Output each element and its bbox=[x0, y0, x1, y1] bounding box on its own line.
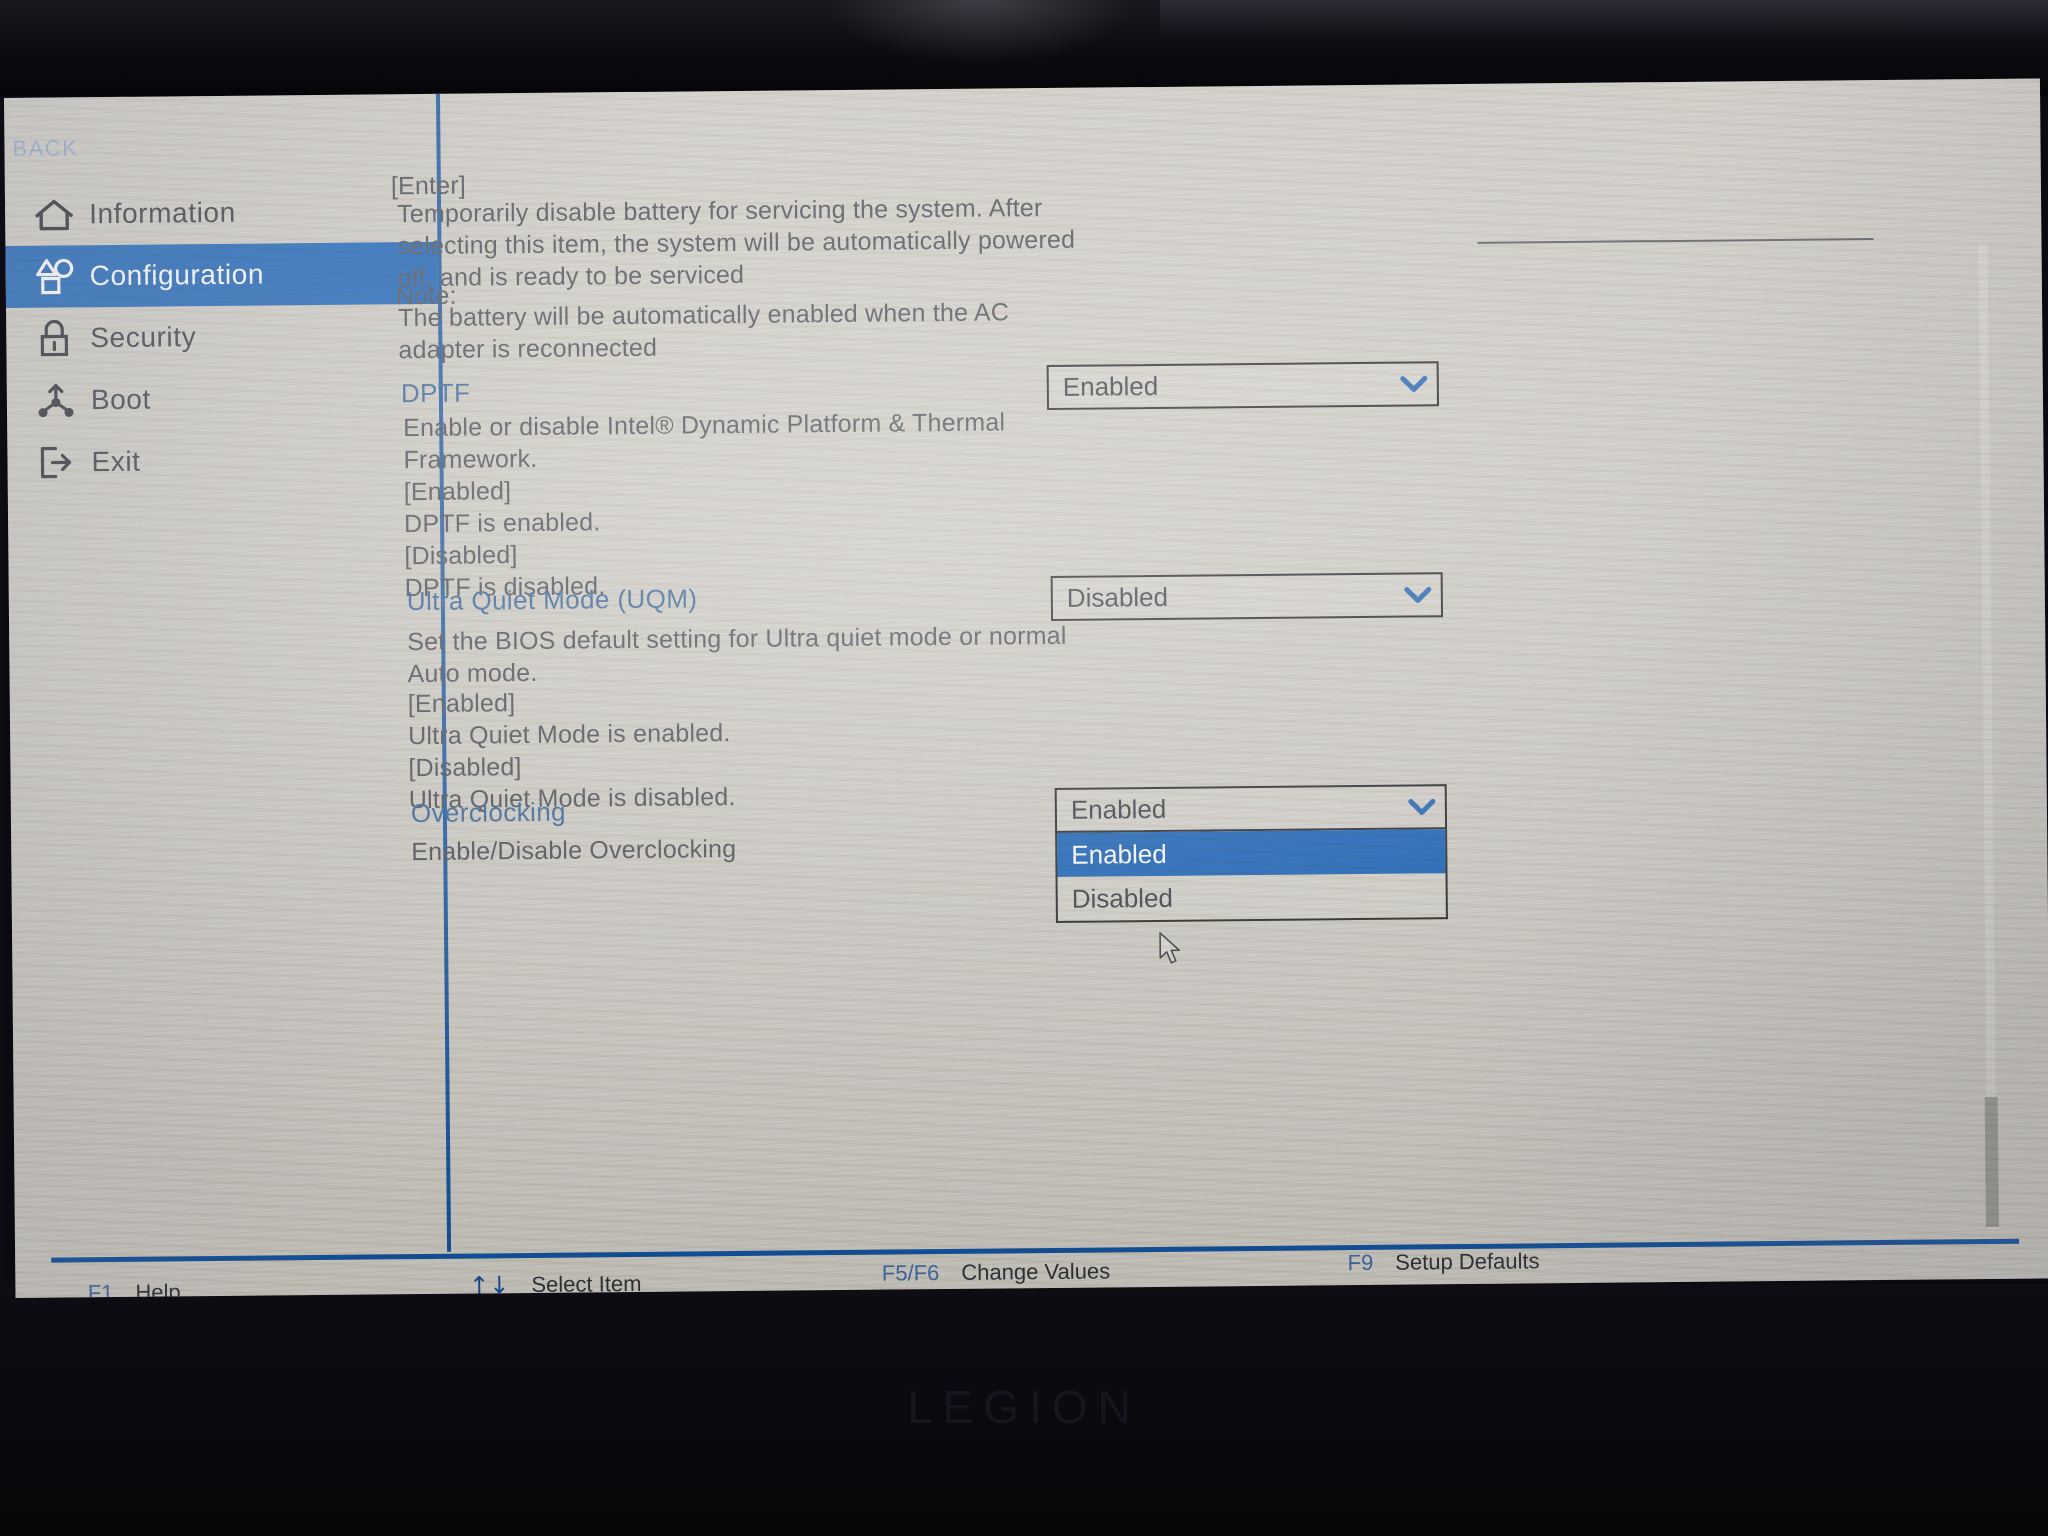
dropdown-value: Enabled bbox=[1062, 370, 1159, 402]
footer-key: F5/F6 bbox=[881, 1260, 940, 1286]
sidebar-item-configuration[interactable]: Configuration bbox=[5, 241, 438, 308]
footer-action: Change Values bbox=[961, 1258, 1111, 1285]
dropdown-option-disabled[interactable]: Disabled bbox=[1058, 873, 1446, 921]
setting-title-overclocking: Overclocking bbox=[410, 796, 567, 829]
shapes-icon bbox=[34, 255, 90, 298]
home-icon bbox=[33, 193, 89, 236]
footer-column-1: F1 Help Esc Back bbox=[57, 1274, 185, 1298]
footer-key: F9 bbox=[1347, 1249, 1374, 1276]
dropdown-overclocking[interactable]: Enabled bbox=[1054, 784, 1448, 833]
setting-title-uqm: Ultra Quiet Mode (UQM) bbox=[406, 583, 698, 617]
sidebar: BACK Information Configuration Security … bbox=[4, 93, 452, 1252]
dropdown-value: Disabled bbox=[1066, 581, 1169, 613]
back-label[interactable]: BACK bbox=[12, 135, 78, 162]
dropdown-option-enabled[interactable]: Enabled bbox=[1057, 829, 1446, 877]
bezel-glare bbox=[820, 0, 1140, 64]
dropdown-uqm[interactable]: Disabled bbox=[1050, 572, 1444, 621]
footer-hint-row: F1 Help bbox=[57, 1274, 184, 1298]
sidebar-nav: Information Configuration Security Boot … bbox=[5, 180, 440, 494]
sidebar-item-security[interactable]: Security bbox=[6, 304, 439, 370]
settings-panel: [Enter] Temporarily disable battery for … bbox=[391, 78, 2048, 1253]
battery-help-note-body: The battery will be automatically enable… bbox=[397, 298, 1010, 365]
bios-setup-screen: BACK Information Configuration Security … bbox=[4, 78, 2048, 1298]
setting-description-uqm: Set the BIOS default setting for Ultra q… bbox=[407, 621, 1067, 689]
footer-action: Setup Defaults bbox=[1395, 1248, 1540, 1275]
sidebar-item-label: Exit bbox=[91, 445, 141, 478]
sidebar-item-boot[interactable]: Boot bbox=[7, 366, 440, 432]
dropdown-overclocking-options: Enabled Disabled bbox=[1055, 829, 1448, 923]
sidebar-item-label: Security bbox=[90, 321, 197, 354]
bezel-glare-2 bbox=[1160, 0, 2048, 40]
chevron-down-icon bbox=[1395, 585, 1441, 605]
bezel-brand-logo: LEGION bbox=[907, 1381, 1141, 1433]
dropdown-dptf[interactable]: Enabled bbox=[1046, 361, 1440, 411]
footer-hint-row: F9 Setup Defaults bbox=[1305, 1243, 1540, 1281]
chevron-down-icon bbox=[1391, 374, 1437, 394]
footer-key: F1 bbox=[87, 1280, 114, 1298]
dropdown-value: Enabled bbox=[1070, 793, 1167, 825]
footer-action: Help bbox=[135, 1279, 181, 1298]
sidebar-item-label: Information bbox=[88, 196, 236, 230]
setting-description-dptf: Enable or disable Intel® Dynamic Platfor… bbox=[403, 408, 1006, 475]
sidebar-item-information[interactable]: Information bbox=[5, 180, 438, 246]
sidebar-item-exit[interactable]: Exit bbox=[7, 428, 440, 494]
sidebar-item-label: Boot bbox=[90, 383, 152, 416]
exit-arrow-icon bbox=[35, 441, 91, 484]
lock-icon bbox=[34, 317, 90, 360]
mouse-cursor bbox=[1158, 932, 1184, 970]
laptop-screen-photo: LEGION BACK Information Configuration Se… bbox=[0, 0, 2048, 1536]
boot-device-icon bbox=[35, 379, 91, 422]
scrolled-control-divider bbox=[1477, 238, 1874, 244]
footer-hint-row: F5/F6 Change Values bbox=[843, 1253, 1142, 1292]
setting-title-dptf: DPTF bbox=[400, 377, 471, 409]
chevron-down-icon bbox=[1399, 797, 1445, 817]
scrollbar-thumb[interactable] bbox=[1984, 1096, 1999, 1228]
sidebar-item-label: Configuration bbox=[89, 258, 265, 292]
